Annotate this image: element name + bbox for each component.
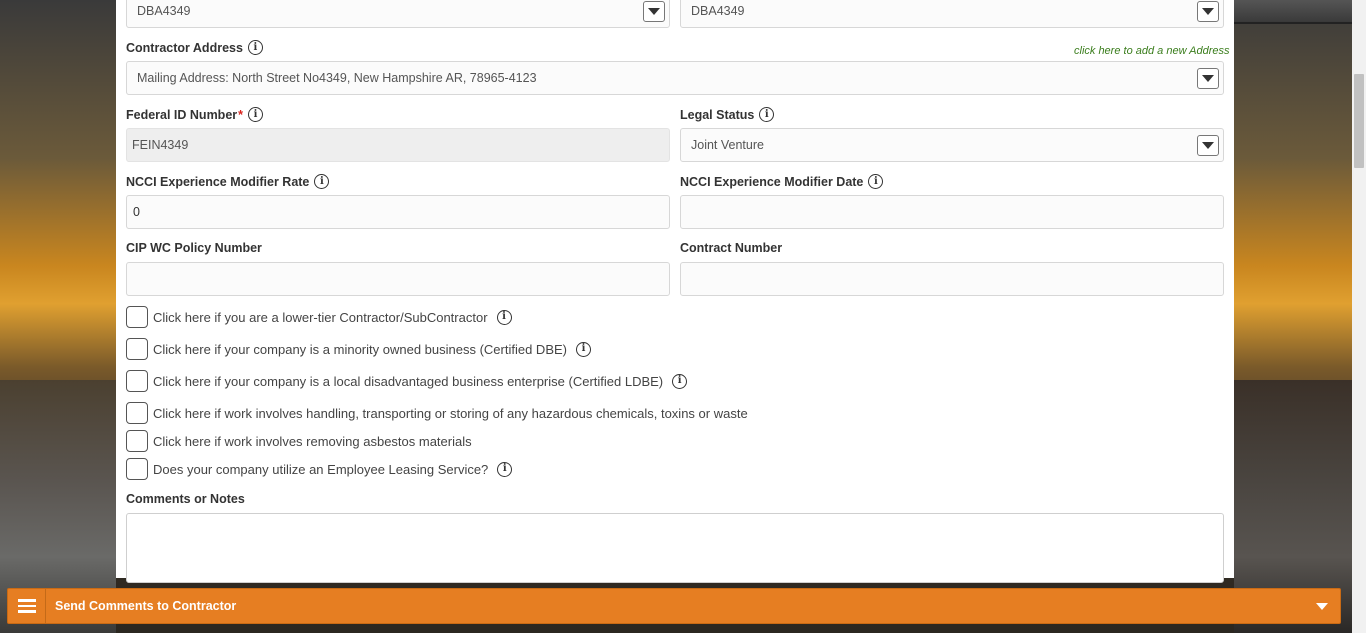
cip-policy-label: CIP WC Policy Number xyxy=(126,241,262,255)
dba-select-right[interactable]: DBA4349 xyxy=(680,0,1224,28)
send-comments-bar[interactable]: Send Comments to Contractor xyxy=(7,588,1341,624)
checkbox[interactable] xyxy=(126,402,148,424)
contractor-address-select[interactable]: Mailing Address: North Street No4349, Ne… xyxy=(126,61,1224,95)
info-icon[interactable]: i xyxy=(759,107,775,122)
comments-label: Comments or Notes xyxy=(126,492,245,506)
federal-id-field: FEIN4349 xyxy=(126,128,670,162)
legal-status-value: Joint Venture xyxy=(691,138,764,152)
federal-id-label: Federal ID Number * i xyxy=(126,107,264,122)
checkbox-row-asbestos[interactable]: Click here if work involves removing asb… xyxy=(126,430,472,452)
checkbox-label: Click here if your company is a minority… xyxy=(153,341,567,357)
send-comments-title: Send Comments to Contractor xyxy=(55,599,237,613)
checkbox-label: Click here if work involves handling, tr… xyxy=(153,405,748,421)
checkbox-row-lower-tier[interactable]: Click here if you are a lower-tier Contr… xyxy=(126,306,512,328)
chevron-down-icon[interactable] xyxy=(1197,135,1219,156)
contract-number-input[interactable] xyxy=(680,262,1224,296)
info-icon[interactable]: i xyxy=(576,341,591,357)
cip-policy-input[interactable] xyxy=(126,262,670,296)
checkbox[interactable] xyxy=(126,458,148,480)
checkbox-row-hazardous[interactable]: Click here if work involves handling, tr… xyxy=(126,402,748,424)
checkbox-row-ldbe[interactable]: Click here if your company is a local di… xyxy=(126,370,688,392)
contractor-address-label: Contractor Address i xyxy=(126,40,263,55)
checkbox-label: Does your company utilize an Employee Le… xyxy=(153,461,489,477)
info-icon[interactable]: i xyxy=(314,174,330,189)
checkbox-label: Click here if work involves removing asb… xyxy=(153,433,472,449)
page-scrollbar[interactable] xyxy=(1352,0,1366,633)
required-marker: * xyxy=(238,107,244,122)
checkbox[interactable] xyxy=(126,430,148,452)
contract-number-label: Contract Number xyxy=(680,241,783,255)
chevron-down-icon[interactable] xyxy=(1197,68,1219,89)
comments-textarea[interactable] xyxy=(126,513,1224,583)
scrollbar-thumb[interactable] xyxy=(1354,74,1364,168)
dba-left-value: DBA4349 xyxy=(137,4,191,18)
info-icon[interactable]: i xyxy=(248,107,264,122)
chevron-down-icon[interactable] xyxy=(643,1,665,22)
info-icon[interactable]: i xyxy=(496,309,512,325)
contractor-address-value: Mailing Address: North Street No4349, Ne… xyxy=(137,71,537,85)
dba-select-left[interactable]: DBA4349 xyxy=(126,0,670,28)
info-icon[interactable]: i xyxy=(672,373,688,389)
checkbox-label: Click here if your company is a local di… xyxy=(153,373,664,389)
dba-right-value: DBA4349 xyxy=(691,4,745,18)
ncci-date-label: NCCI Experience Modifier Date i xyxy=(680,174,884,189)
chevron-down-icon[interactable] xyxy=(1316,602,1328,610)
hamburger-menu-icon[interactable] xyxy=(8,589,46,623)
add-address-link[interactable]: click here to add a new Address xyxy=(1074,45,1230,57)
background-bridge xyxy=(1234,0,1352,24)
checkbox[interactable] xyxy=(126,338,148,360)
checkbox-row-leasing[interactable]: Does your company utilize an Employee Le… xyxy=(126,458,513,480)
checkbox-label: Click here if you are a lower-tier Contr… xyxy=(153,309,488,325)
ncci-date-input[interactable] xyxy=(680,195,1224,229)
ncci-rate-label: NCCI Experience Modifier Rate i xyxy=(126,174,330,189)
chevron-down-icon[interactable] xyxy=(1197,1,1219,22)
federal-id-value: FEIN4349 xyxy=(132,138,189,152)
info-icon[interactable]: i xyxy=(868,174,884,189)
info-icon[interactable]: i xyxy=(247,40,263,55)
info-icon[interactable]: i xyxy=(497,461,513,477)
ncci-rate-value: 0 xyxy=(133,205,140,219)
checkbox-row-dbe[interactable]: Click here if your company is a minority… xyxy=(126,338,591,360)
checkbox[interactable] xyxy=(126,370,148,392)
checkbox[interactable] xyxy=(126,306,148,328)
ncci-rate-input[interactable]: 0 xyxy=(126,195,670,229)
legal-status-label: Legal Status i xyxy=(680,107,775,122)
legal-status-select[interactable]: Joint Venture xyxy=(680,128,1224,162)
